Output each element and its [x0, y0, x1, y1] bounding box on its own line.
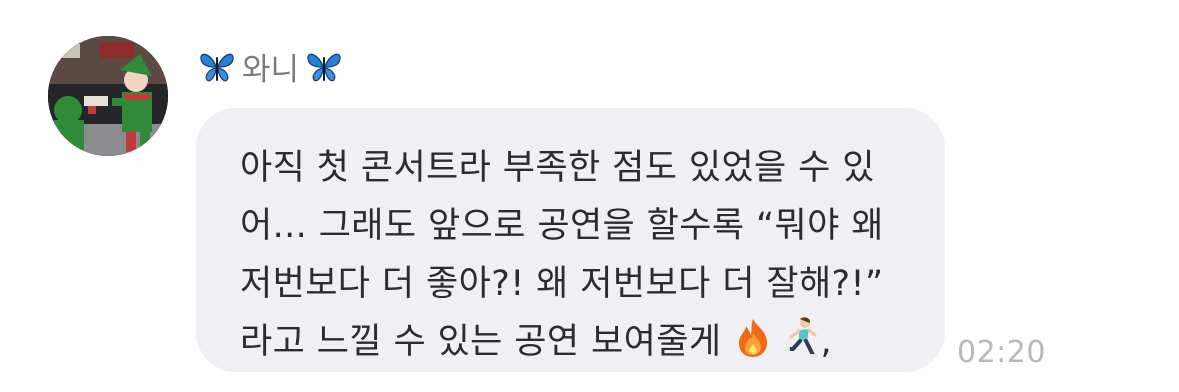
fire-icon — [733, 317, 773, 377]
message-line: 어... 그래도 앞으로 공연을 할수록 “뭐야 왜 — [240, 206, 884, 246]
message-bubble[interactable]: 아직 첫 콘서트라 부족한 점도 있었을 수 있 어... 그래도 앞으로 공연… — [196, 108, 945, 372]
message-timestamp: 02:20 — [957, 335, 1046, 370]
butterfly-icon — [305, 47, 343, 85]
message-line: 저번보다 더 좋아?! 왜 저번보다 더 잘해?!” — [240, 264, 884, 304]
avatar-photo — [48, 36, 168, 156]
sender-row: 와니 — [198, 44, 343, 88]
runner-icon — [784, 317, 821, 377]
message-line: 아직 첫 콘서트라 부족한 점도 있었을 수 있 — [240, 148, 875, 188]
trailing-punctuation: , — [820, 322, 833, 362]
message-line-text: 라고 느낄 수 있는 공연 보여줄게 — [240, 322, 722, 362]
butterfly-icon — [198, 47, 236, 85]
message-line-last: 라고 느낄 수 있는 공연 보여줄게 , — [240, 313, 907, 377]
avatar[interactable] — [48, 36, 168, 156]
sender-name: 와니 — [242, 51, 300, 88]
